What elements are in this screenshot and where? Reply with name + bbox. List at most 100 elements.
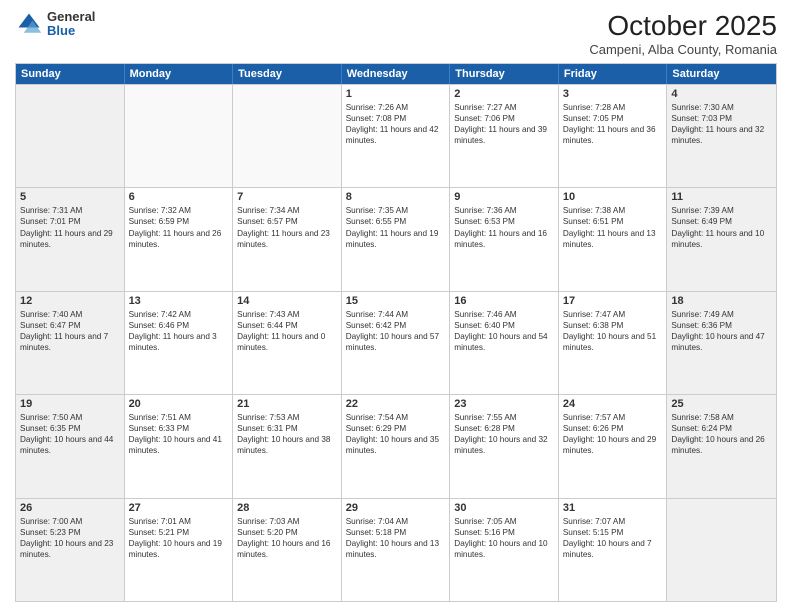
day-number: 12 xyxy=(20,295,120,307)
day-cell-21: 21 Sunrise: 7:53 AM Sunset: 6:31 PM Dayli… xyxy=(233,395,342,497)
day-cell-10: 10 Sunrise: 7:38 AM Sunset: 6:51 PM Dayli… xyxy=(559,188,668,290)
header-day-wednesday: Wednesday xyxy=(342,64,451,84)
day-number: 4 xyxy=(671,88,772,100)
day-cell-15: 15 Sunrise: 7:44 AM Sunset: 6:42 PM Dayli… xyxy=(342,292,451,394)
day-number: 21 xyxy=(237,398,337,410)
week-row-4: 19 Sunrise: 7:50 AM Sunset: 6:35 PM Dayli… xyxy=(16,394,776,497)
day-cell-3: 3 Sunrise: 7:28 AM Sunset: 7:05 PM Daylig… xyxy=(559,85,668,187)
day-content: Sunrise: 7:26 AM Sunset: 7:08 PM Dayligh… xyxy=(346,102,446,146)
logo: General Blue xyxy=(15,10,95,39)
day-number: 11 xyxy=(671,191,772,203)
day-cell-2: 2Sunrise: 7:27 AM Sunset: 7:06 PM Daylig… xyxy=(450,85,559,187)
day-cell-13: 13 Sunrise: 7:42 AM Sunset: 6:46 PM Dayli… xyxy=(125,292,234,394)
day-number: 26 xyxy=(20,502,120,514)
day-number: 27 xyxy=(129,502,229,514)
day-cell-1: 1Sunrise: 7:26 AM Sunset: 7:08 PM Daylig… xyxy=(342,85,451,187)
day-content: Sunrise: 7:36 AM Sunset: 6:53 PM Dayligh… xyxy=(454,205,554,249)
day-content: Sunrise: 7:31 AM Sunset: 7:01 PM Dayligh… xyxy=(20,205,120,249)
day-number: 23 xyxy=(454,398,554,410)
day-cell-5: 5Sunrise: 7:31 AM Sunset: 7:01 PM Daylig… xyxy=(16,188,125,290)
day-number: 20 xyxy=(129,398,229,410)
day-cell-25: 25 Sunrise: 7:58 AM Sunset: 6:24 PM Dayli… xyxy=(667,395,776,497)
day-cell-12: 12Sunrise: 7:40 AM Sunset: 6:47 PM Dayli… xyxy=(16,292,125,394)
day-number: 13 xyxy=(129,295,229,307)
day-number: 14 xyxy=(237,295,337,307)
day-cell-24: 24 Sunrise: 7:57 AM Sunset: 6:26 PM Dayli… xyxy=(559,395,668,497)
week-row-1: 1Sunrise: 7:26 AM Sunset: 7:08 PM Daylig… xyxy=(16,84,776,187)
day-number: 24 xyxy=(563,398,663,410)
header-day-thursday: Thursday xyxy=(450,64,559,84)
header-day-sunday: Sunday xyxy=(16,64,125,84)
day-number: 10 xyxy=(563,191,663,203)
calendar-body: 1Sunrise: 7:26 AM Sunset: 7:08 PM Daylig… xyxy=(16,84,776,601)
logo-general-text: General xyxy=(47,10,95,24)
title-block: October 2025 Campeni, Alba County, Roman… xyxy=(589,10,777,57)
day-content: Sunrise: 7:42 AM Sunset: 6:46 PM Dayligh… xyxy=(129,309,229,353)
day-cell-7: 7Sunrise: 7:34 AM Sunset: 6:57 PM Daylig… xyxy=(233,188,342,290)
header-day-monday: Monday xyxy=(125,64,234,84)
logo-icon xyxy=(15,10,43,38)
day-content: Sunrise: 7:46 AM Sunset: 6:40 PM Dayligh… xyxy=(454,309,554,353)
header-day-friday: Friday xyxy=(559,64,668,84)
day-number: 19 xyxy=(20,398,120,410)
day-content: Sunrise: 7:28 AM Sunset: 7:05 PM Dayligh… xyxy=(563,102,663,146)
day-content: Sunrise: 7:03 AM Sunset: 5:20 PM Dayligh… xyxy=(237,516,337,560)
logo-text: General Blue xyxy=(47,10,95,39)
day-number: 6 xyxy=(129,191,229,203)
day-content: Sunrise: 7:44 AM Sunset: 6:42 PM Dayligh… xyxy=(346,309,446,353)
empty-cell xyxy=(16,85,125,187)
day-cell-17: 17 Sunrise: 7:47 AM Sunset: 6:38 PM Dayli… xyxy=(559,292,668,394)
day-cell-31: 31Sunrise: 7:07 AM Sunset: 5:15 PM Dayli… xyxy=(559,499,668,601)
day-cell-8: 8Sunrise: 7:35 AM Sunset: 6:55 PM Daylig… xyxy=(342,188,451,290)
empty-cell xyxy=(233,85,342,187)
day-content: Sunrise: 7:57 AM Sunset: 6:26 PM Dayligh… xyxy=(563,412,663,456)
day-content: Sunrise: 7:01 AM Sunset: 5:21 PM Dayligh… xyxy=(129,516,229,560)
day-content: Sunrise: 7:38 AM Sunset: 6:51 PM Dayligh… xyxy=(563,205,663,249)
empty-cell xyxy=(667,499,776,601)
day-cell-6: 6 Sunrise: 7:32 AM Sunset: 6:59 PM Daylig… xyxy=(125,188,234,290)
day-cell-16: 16 Sunrise: 7:46 AM Sunset: 6:40 PM Dayli… xyxy=(450,292,559,394)
day-cell-19: 19 Sunrise: 7:50 AM Sunset: 6:35 PM Dayli… xyxy=(16,395,125,497)
day-content: Sunrise: 7:53 AM Sunset: 6:31 PM Dayligh… xyxy=(237,412,337,456)
day-cell-30: 30 Sunrise: 7:05 AM Sunset: 5:16 PM Dayli… xyxy=(450,499,559,601)
day-number: 25 xyxy=(671,398,772,410)
day-content: Sunrise: 7:30 AM Sunset: 7:03 PM Dayligh… xyxy=(671,102,772,146)
day-content: Sunrise: 7:05 AM Sunset: 5:16 PM Dayligh… xyxy=(454,516,554,560)
day-cell-11: 11 Sunrise: 7:39 AM Sunset: 6:49 PM Dayli… xyxy=(667,188,776,290)
day-number: 9 xyxy=(454,191,554,203)
header-day-tuesday: Tuesday xyxy=(233,64,342,84)
day-content: Sunrise: 7:50 AM Sunset: 6:35 PM Dayligh… xyxy=(20,412,120,456)
day-number: 2 xyxy=(454,88,554,100)
day-content: Sunrise: 7:58 AM Sunset: 6:24 PM Dayligh… xyxy=(671,412,772,456)
day-number: 3 xyxy=(563,88,663,100)
day-cell-14: 14 Sunrise: 7:43 AM Sunset: 6:44 PM Dayli… xyxy=(233,292,342,394)
calendar: SundayMondayTuesdayWednesdayThursdayFrid… xyxy=(15,63,777,602)
day-number: 16 xyxy=(454,295,554,307)
week-row-5: 26 Sunrise: 7:00 AM Sunset: 5:23 PM Dayli… xyxy=(16,498,776,601)
day-content: Sunrise: 7:00 AM Sunset: 5:23 PM Dayligh… xyxy=(20,516,120,560)
day-content: Sunrise: 7:32 AM Sunset: 6:59 PM Dayligh… xyxy=(129,205,229,249)
day-content: Sunrise: 7:43 AM Sunset: 6:44 PM Dayligh… xyxy=(237,309,337,353)
day-content: Sunrise: 7:55 AM Sunset: 6:28 PM Dayligh… xyxy=(454,412,554,456)
page: General Blue October 2025 Campeni, Alba … xyxy=(0,0,792,612)
day-number: 30 xyxy=(454,502,554,514)
day-content: Sunrise: 7:47 AM Sunset: 6:38 PM Dayligh… xyxy=(563,309,663,353)
day-number: 8 xyxy=(346,191,446,203)
day-cell-9: 9 Sunrise: 7:36 AM Sunset: 6:53 PM Daylig… xyxy=(450,188,559,290)
day-number: 18 xyxy=(671,295,772,307)
day-cell-28: 28 Sunrise: 7:03 AM Sunset: 5:20 PM Dayli… xyxy=(233,499,342,601)
day-cell-29: 29 Sunrise: 7:04 AM Sunset: 5:18 PM Dayli… xyxy=(342,499,451,601)
day-cell-26: 26 Sunrise: 7:00 AM Sunset: 5:23 PM Dayli… xyxy=(16,499,125,601)
day-number: 29 xyxy=(346,502,446,514)
day-number: 28 xyxy=(237,502,337,514)
day-cell-27: 27 Sunrise: 7:01 AM Sunset: 5:21 PM Dayli… xyxy=(125,499,234,601)
day-number: 31 xyxy=(563,502,663,514)
calendar-header: SundayMondayTuesdayWednesdayThursdayFrid… xyxy=(16,64,776,84)
day-number: 15 xyxy=(346,295,446,307)
day-content: Sunrise: 7:39 AM Sunset: 6:49 PM Dayligh… xyxy=(671,205,772,249)
day-content: Sunrise: 7:51 AM Sunset: 6:33 PM Dayligh… xyxy=(129,412,229,456)
day-cell-22: 22Sunrise: 7:54 AM Sunset: 6:29 PM Dayli… xyxy=(342,395,451,497)
day-content: Sunrise: 7:04 AM Sunset: 5:18 PM Dayligh… xyxy=(346,516,446,560)
day-number: 17 xyxy=(563,295,663,307)
week-row-2: 5Sunrise: 7:31 AM Sunset: 7:01 PM Daylig… xyxy=(16,187,776,290)
